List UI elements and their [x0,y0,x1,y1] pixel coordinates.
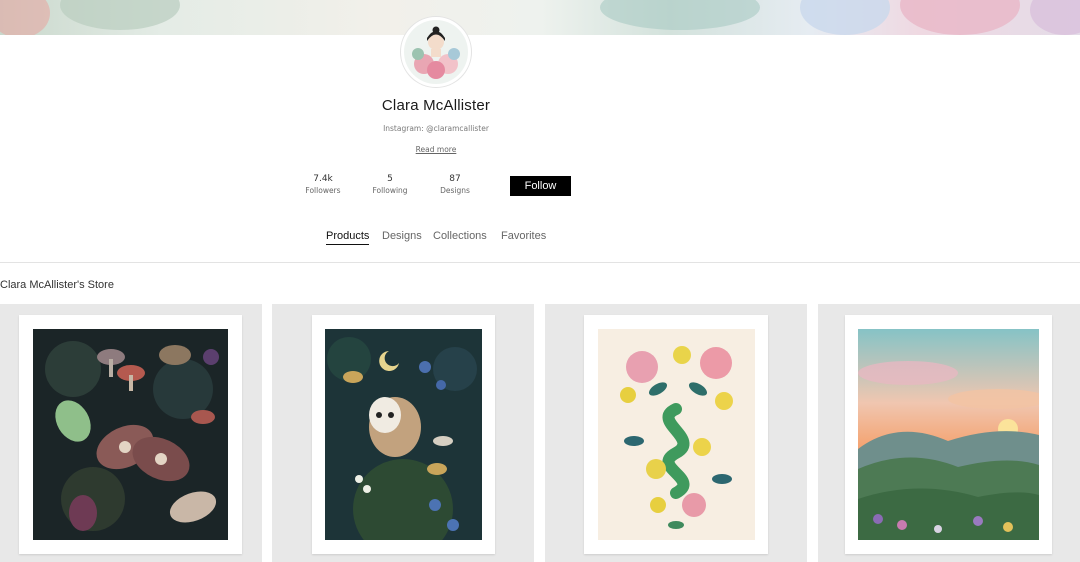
product-card[interactable] [818,304,1080,562]
product-image-owl [325,329,482,540]
tab-designs[interactable]: Designs [382,229,422,243]
banner-flower-blue [800,0,890,35]
profile-name: Clara McAllister [381,97,491,114]
stat-designs[interactable]: 87 Designs [425,173,485,197]
banner-leaf-mid [600,0,760,30]
banner-flower-pink [900,0,1020,35]
product-card[interactable] [0,304,262,562]
product-image-sunset [858,329,1039,540]
follow-button[interactable]: Follow [510,176,571,196]
stat-following-value: 5 [387,174,393,184]
stat-designs-label: Designs [440,186,470,195]
product-card[interactable] [272,304,534,562]
avatar-portrait-icon [404,20,468,84]
stat-designs-value: 87 [449,174,461,184]
product-image-floral-snake [598,329,755,540]
banner-leaf-left [60,0,180,30]
product-card[interactable] [545,304,807,562]
tab-favorites[interactable]: Favorites [501,229,546,243]
avatar[interactable] [401,17,471,87]
read-more-link[interactable]: Read more [0,145,872,154]
stat-following[interactable]: 5 Following [360,173,420,197]
stat-followers[interactable]: 7.4k Followers [293,173,353,197]
banner-flower-right [1030,0,1080,35]
store-title: Clara McAllister's Store [0,279,114,291]
stat-following-label: Following [372,186,408,195]
stat-followers-label: Followers [305,186,341,195]
tab-products[interactable]: Products [326,229,370,245]
product-image-moths [33,329,228,540]
tab-collections[interactable]: Collections [433,229,487,243]
profile-instagram: Instagram: @claramcallister [383,124,489,133]
section-divider [0,262,1080,263]
banner-flower-left [0,0,50,35]
stat-followers-value: 7.4k [313,174,333,184]
profile-banner [0,0,1080,35]
